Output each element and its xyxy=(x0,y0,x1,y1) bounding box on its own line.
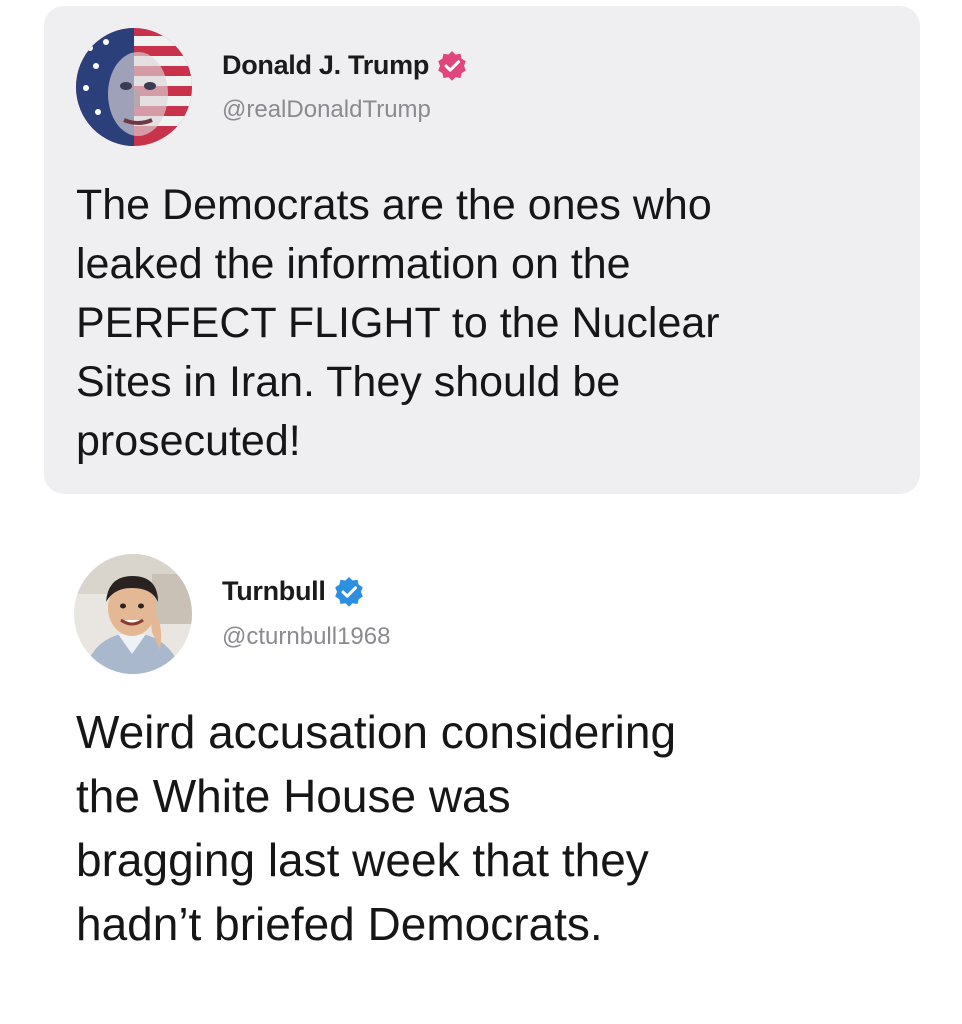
quoted-name-row: Donald J. Trump xyxy=(222,50,467,81)
verified-badge-icon xyxy=(334,576,364,607)
screenshot-page: Donald J. Trump @realDonaldTrump The Dem… xyxy=(0,0,962,1024)
handle[interactable]: @realDonaldTrump xyxy=(222,96,431,124)
post-text: Weird accusation considering the White H… xyxy=(76,706,677,950)
handle[interactable]: @cturnbull1968 xyxy=(222,623,390,651)
verified-badge-icon xyxy=(437,50,467,81)
flag-portrait-avatar-icon xyxy=(76,28,192,146)
post-text: The Democrats are the ones who leaked th… xyxy=(76,181,720,465)
display-name[interactable]: Donald J. Trump xyxy=(222,50,429,81)
quoted-post-card[interactable]: Donald J. Trump @realDonaldTrump The Dem… xyxy=(44,6,920,494)
cartoon-portrait-avatar-icon xyxy=(74,554,192,674)
avatar[interactable] xyxy=(74,554,192,674)
avatar[interactable] xyxy=(76,28,192,146)
reply-post-card[interactable]: Turnbull @cturnbull1968 Weird accusation… xyxy=(44,520,920,980)
reply-name-row: Turnbull xyxy=(222,576,364,607)
display-name[interactable]: Turnbull xyxy=(222,576,326,607)
